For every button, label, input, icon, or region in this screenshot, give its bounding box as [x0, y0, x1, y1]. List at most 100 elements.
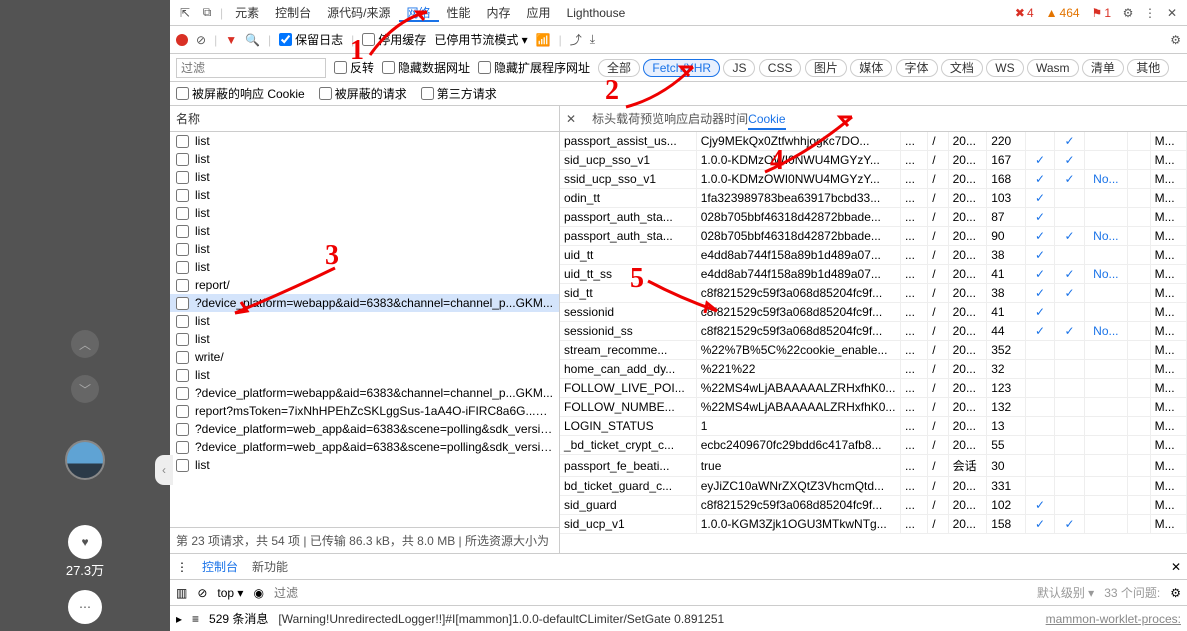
cookie-row[interactable]: sessionidc8f821529c59f3a068d85204fc9f...… — [560, 303, 1187, 322]
upload-icon[interactable]: ⤴ — [570, 31, 582, 48]
request-row[interactable]: report?msToken=7ixNhHPEhZcSKLggSus-1aA4O… — [170, 402, 559, 420]
console-clear-icon[interactable]: ⊘ — [197, 586, 207, 600]
eye-icon[interactable]: ◉ — [253, 586, 263, 600]
request-row[interactable]: report/ — [170, 276, 559, 294]
detail-tab-1[interactable]: 载荷 — [616, 112, 640, 126]
cookie-row[interactable]: home_can_add_dy...%221%22.../20...32M... — [560, 360, 1187, 379]
cookie-row[interactable]: LOGIN_STATUS1.../20...13M... — [560, 417, 1187, 436]
request-row[interactable]: ?device_platform=webapp&aid=6383&channel… — [170, 294, 559, 312]
warn-badge[interactable]: ▲ 464 — [1042, 6, 1084, 20]
type-pill-8[interactable]: WS — [986, 59, 1023, 77]
row-checkbox[interactable] — [176, 171, 189, 184]
cookie-row[interactable]: sid_guardc8f821529c59f3a068d85204fc9f...… — [560, 496, 1187, 515]
message-source[interactable]: mammon-worklet-proces: — [1046, 612, 1181, 626]
console-filter-input[interactable] — [274, 583, 1027, 603]
filter-icon[interactable]: ▼ — [225, 33, 237, 47]
cookie-row[interactable]: FOLLOW_NUMBE...%22MS4wLjABAAAAALZRHxfhK0… — [560, 398, 1187, 417]
row-checkbox[interactable] — [176, 297, 189, 310]
cookie-row[interactable]: odin_tt1fa323989783bea63917bcbd33....../… — [560, 189, 1187, 208]
row-checkbox[interactable] — [176, 369, 189, 382]
main-tab-7[interactable]: Lighthouse — [559, 6, 634, 20]
cookie-row[interactable]: stream_recomme...%22%7B%5C%22cookie_enab… — [560, 341, 1187, 360]
request-row[interactable]: list — [170, 204, 559, 222]
row-checkbox[interactable] — [176, 261, 189, 274]
type-pill-10[interactable]: 清单 — [1082, 59, 1124, 77]
info-badge[interactable]: ⚑ 1 — [1088, 6, 1115, 20]
drawer-tab-whatsnew[interactable]: 新功能 — [252, 558, 288, 575]
hide-ext-checkbox[interactable]: 隐藏扩展程序网址 — [478, 59, 590, 76]
name-column-header[interactable]: 名称 — [170, 106, 559, 132]
main-tab-3[interactable]: 网络 — [399, 6, 439, 22]
row-checkbox[interactable] — [176, 153, 189, 166]
filter-input[interactable] — [176, 58, 326, 78]
cookie-row[interactable]: sid_ttc8f821529c59f3a068d85204fc9f......… — [560, 284, 1187, 303]
comment-button[interactable]: ⋯ — [68, 590, 102, 624]
close-icon[interactable]: ✕ — [1163, 6, 1181, 20]
problems-link[interactable]: 33 个问题: — [1104, 584, 1160, 601]
cookie-row[interactable]: passport_assist_us...Cjy9MEkQx0Ztfwhhjog… — [560, 132, 1187, 151]
cookie-row[interactable]: ssid_ucp_sso_v11.0.0-KDMzOWI0NWU4MGYzY..… — [560, 170, 1187, 189]
row-checkbox[interactable] — [176, 243, 189, 256]
detail-tab-5[interactable]: 时间 — [724, 112, 748, 126]
nav-down-button[interactable]: ﹀ — [71, 375, 99, 403]
detail-tab-6[interactable]: Cookie — [748, 112, 785, 130]
request-row[interactable]: list — [170, 150, 559, 168]
row-checkbox[interactable] — [176, 333, 189, 346]
blocked-cookie-checkbox[interactable]: 被屏蔽的响应 Cookie — [176, 85, 305, 102]
drawer-tab-console[interactable]: 控制台 — [202, 558, 238, 575]
row-checkbox[interactable] — [176, 351, 189, 364]
download-icon[interactable]: ⤓ — [590, 32, 595, 47]
cookie-row[interactable]: FOLLOW_LIVE_POI...%22MS4wLjABAAAAALZRHxf… — [560, 379, 1187, 398]
type-pill-7[interactable]: 文档 — [941, 59, 983, 77]
row-checkbox[interactable] — [176, 207, 189, 220]
search-icon[interactable]: 🔍 — [245, 33, 260, 47]
main-tab-2[interactable]: 源代码/来源 — [319, 6, 398, 20]
type-pill-4[interactable]: 图片 — [805, 59, 847, 77]
error-badge[interactable]: ✖ 4 — [1011, 6, 1038, 20]
blocked-req-checkbox[interactable]: 被屏蔽的请求 — [319, 85, 407, 102]
settings-icon[interactable]: ⚙ — [1119, 6, 1137, 20]
detail-tab-3[interactable]: 响应 — [664, 112, 688, 126]
request-row[interactable]: list — [170, 312, 559, 330]
main-tab-6[interactable]: 应用 — [519, 6, 559, 20]
expand-icon[interactable]: ▸ — [176, 612, 182, 626]
cookie-row[interactable]: passport_fe_beati...true.../会话30M... — [560, 455, 1187, 477]
type-pill-6[interactable]: 字体 — [896, 59, 938, 77]
detail-tab-2[interactable]: 预览 — [640, 112, 664, 126]
row-checkbox[interactable] — [176, 405, 189, 418]
drawer-menu-icon[interactable]: ⋮ — [176, 560, 188, 574]
request-row[interactable]: list — [170, 258, 559, 276]
cookie-row[interactable]: passport_auth_sta...028b705bbf46318d4287… — [560, 208, 1187, 227]
request-row[interactable]: write/ — [170, 348, 559, 366]
clear-icon[interactable]: ⊘ — [196, 33, 206, 47]
type-pill-2[interactable]: JS — [723, 59, 755, 77]
preserve-log-checkbox[interactable]: 保留日志 — [279, 31, 343, 48]
cookie-row[interactable]: _bd_ticket_crypt_c...ecbc2409670fc29bdd6… — [560, 436, 1187, 455]
main-tab-1[interactable]: 控制台 — [267, 6, 319, 20]
third-party-checkbox[interactable]: 第三方请求 — [421, 85, 497, 102]
wifi-icon[interactable]: 📶 — [536, 33, 551, 47]
type-pill-11[interactable]: 其他 — [1127, 59, 1169, 77]
row-checkbox[interactable] — [176, 315, 189, 328]
row-checkbox[interactable] — [176, 189, 189, 202]
collapse-icon[interactable]: ≡ — [192, 612, 199, 626]
request-row[interactable]: ?device_platform=webapp&aid=6383&channel… — [170, 384, 559, 402]
request-row[interactable]: list — [170, 132, 559, 150]
throttling-dropdown[interactable]: 已停用节流模式 ▾ — [434, 31, 527, 48]
request-row[interactable]: list — [170, 186, 559, 204]
disable-cache-checkbox[interactable]: 停用缓存 — [362, 31, 426, 48]
detail-tab-0[interactable]: 标头 — [592, 112, 616, 126]
record-button[interactable] — [176, 34, 188, 46]
cookie-row[interactable]: sid_ucp_v11.0.0-KGM3Zjk1OGU3MTkwNTg.....… — [560, 515, 1187, 534]
device-toggle-icon[interactable]: ⧉ — [198, 5, 216, 20]
console-settings-icon[interactable]: ⚙ — [1170, 586, 1181, 600]
cookie-row[interactable]: sessionid_ssc8f821529c59f3a068d85204fc9f… — [560, 322, 1187, 341]
request-row[interactable]: list — [170, 168, 559, 186]
request-row[interactable]: ?device_platform=web_app&aid=6383&scene=… — [170, 438, 559, 456]
more-icon[interactable]: ⋮ — [1141, 6, 1159, 20]
row-checkbox[interactable] — [176, 387, 189, 400]
cookie-row[interactable]: sid_ucp_sso_v11.0.0-KDMzOWI0NWU4MGYzY...… — [560, 151, 1187, 170]
cookie-row[interactable]: uid_tt_sse4dd8ab744f158a89b1d489a07.....… — [560, 265, 1187, 284]
type-pill-9[interactable]: Wasm — [1027, 59, 1079, 77]
close-detail-icon[interactable]: ✕ — [566, 112, 576, 126]
